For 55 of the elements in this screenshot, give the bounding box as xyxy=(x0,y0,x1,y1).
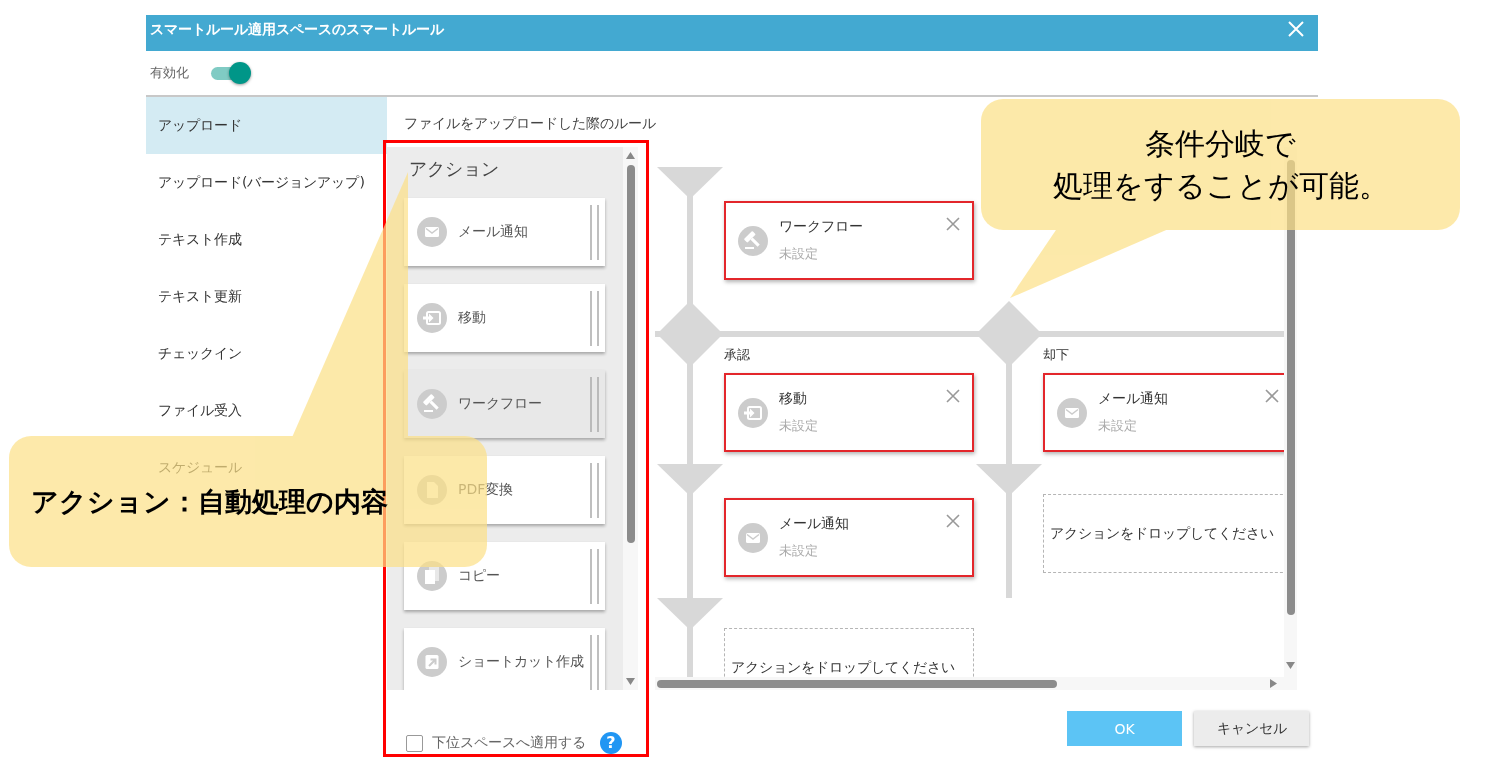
node-status: 未設定 xyxy=(779,417,818,435)
action-node[interactable]: ワークフロー 未設定 xyxy=(724,201,974,280)
down-triangle-icon xyxy=(656,167,723,199)
drag-handle-icon[interactable] xyxy=(590,462,600,518)
node-status: 未設定 xyxy=(779,245,818,263)
scrollbar-thumb[interactable] xyxy=(626,165,635,543)
action-card[interactable]: ショートカット作成 xyxy=(404,628,605,690)
checkbox[interactable] xyxy=(406,734,423,752)
scroll-down-icon[interactable] xyxy=(626,678,635,685)
node-title: 移動 xyxy=(779,389,807,408)
down-triangle-icon xyxy=(975,464,1042,496)
node-title: ワークフロー xyxy=(779,217,863,236)
action-node[interactable]: 移動 未設定 xyxy=(724,373,974,452)
drag-handle-icon[interactable] xyxy=(590,290,600,346)
close-icon[interactable] xyxy=(946,217,960,231)
branch-label: 承認 xyxy=(724,347,750,363)
checkbox-label: 下位スペースへ適用する xyxy=(432,734,586,752)
branch-label: 却下 xyxy=(1043,347,1069,363)
envelope-icon xyxy=(417,217,447,247)
scroll-down-icon[interactable] xyxy=(1286,662,1295,669)
scroll-right-icon[interactable] xyxy=(1270,679,1277,688)
drop-zone[interactable]: アクションをドロップしてください xyxy=(724,628,974,677)
action-node[interactable]: メール通知 未設定 xyxy=(1043,373,1284,452)
close-icon[interactable] xyxy=(946,514,960,528)
node-status: 未設定 xyxy=(1098,417,1137,435)
dialog-title: スマートルール適用スペースのスマートルール xyxy=(150,20,444,39)
drop-zone[interactable]: アクションをドロップしてください xyxy=(1043,494,1284,573)
cancel-button[interactable]: キャンセル xyxy=(1194,711,1309,746)
close-icon[interactable] xyxy=(1265,389,1279,403)
tooltip-text: アクション：自動処理の内容 xyxy=(31,484,388,519)
drag-handle-icon[interactable] xyxy=(590,548,600,604)
toggle-label: 有効化 xyxy=(150,65,189,81)
envelope-icon xyxy=(738,522,768,553)
gavel-icon xyxy=(738,225,768,256)
tooltip-text: 条件分岐で xyxy=(1145,124,1296,163)
node-title: メール通知 xyxy=(1098,389,1168,408)
scrollbar-thumb[interactable] xyxy=(657,679,1057,688)
toggle-switch[interactable] xyxy=(211,62,251,84)
gavel-icon xyxy=(417,389,447,419)
drag-handle-icon[interactable] xyxy=(590,634,600,690)
sidebar-item[interactable]: アップロード(バージョンアップ) xyxy=(146,154,387,211)
envelope-icon xyxy=(1057,397,1087,428)
node-status: 未設定 xyxy=(779,542,818,560)
drag-handle-icon[interactable] xyxy=(590,376,600,432)
close-icon[interactable] xyxy=(946,389,960,403)
down-triangle-icon xyxy=(656,464,723,496)
down-triangle-icon xyxy=(656,598,723,630)
sidebar-item[interactable]: アップロード xyxy=(146,97,387,154)
panel-title: アクション xyxy=(409,158,499,180)
rule-heading: ファイルをアップロードした際のルール xyxy=(404,115,656,131)
scroll-up-icon[interactable] xyxy=(626,152,635,159)
action-node[interactable]: メール通知 未設定 xyxy=(724,498,974,577)
node-title: メール通知 xyxy=(779,514,849,533)
tooltip-text: 処理をすることが可能。 xyxy=(1052,166,1389,205)
drag-handle-icon[interactable] xyxy=(590,204,600,260)
